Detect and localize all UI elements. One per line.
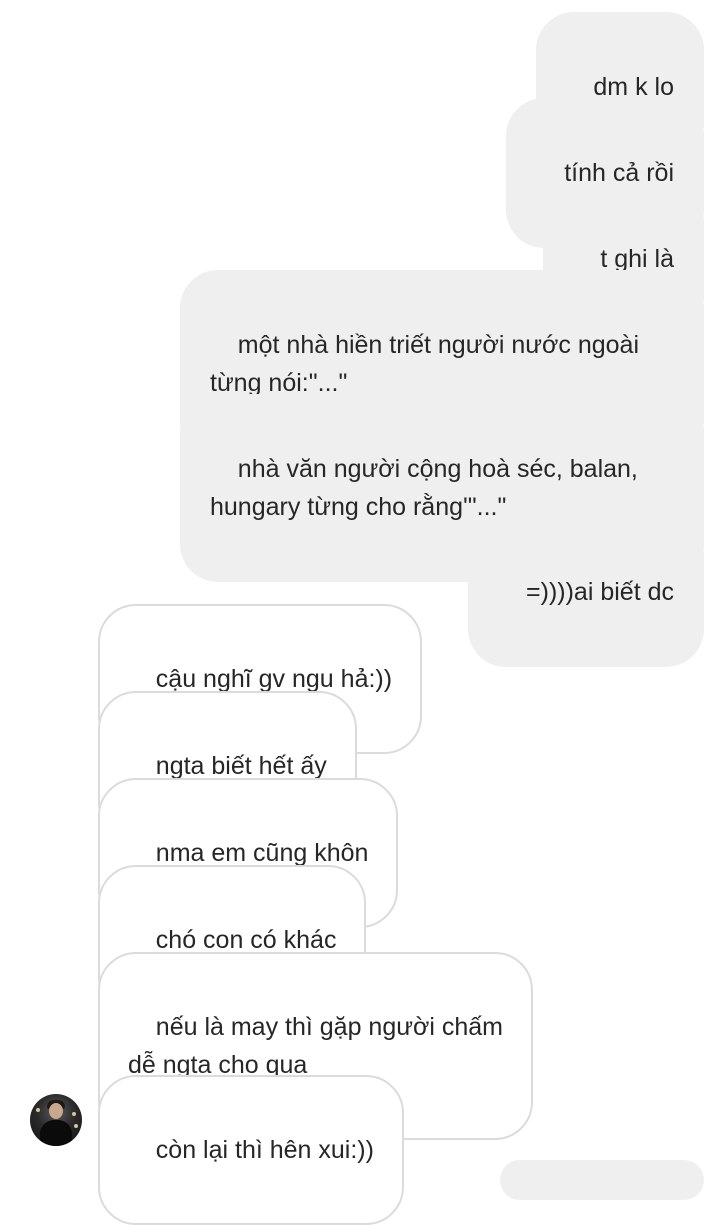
message-text: ngta biết hết ấy	[155, 752, 327, 780]
message-text: dm k lo	[593, 73, 674, 101]
message-text: chó con có khác	[155, 926, 337, 954]
contact-avatar[interactable]	[30, 1094, 82, 1146]
message-text: tính cả rồi	[564, 159, 674, 187]
avatar-detail	[36, 1108, 40, 1112]
message-thread[interactable]: dm k lo tính cả rồi t ghi là một nhà hiề…	[0, 0, 716, 1225]
avatar-detail	[40, 1120, 72, 1146]
message-text: nếu là may thì gặp người chấm dễ ngta ch…	[128, 1013, 504, 1079]
message-text: nhà văn người cộng hoà séc, balan, hunga…	[210, 455, 638, 521]
avatar-detail	[49, 1103, 63, 1119]
message-text: còn lại thì hên xui:))	[155, 1136, 374, 1164]
avatar-detail	[72, 1112, 76, 1116]
sent-message-bubble[interactable]: =))))ai biết dc	[468, 517, 704, 667]
received-message-bubble[interactable]: còn lại thì hên xui:))	[98, 1075, 404, 1225]
message-text: cậu nghĩ gv ngu hả:))	[155, 665, 393, 693]
message-text: =))))ai biết dc	[526, 578, 674, 606]
message-text: t ghi là	[600, 245, 674, 273]
avatar-detail	[74, 1124, 78, 1128]
message-text: nma em cũng khôn	[155, 839, 369, 867]
partial-sent-message-bubble[interactable]	[500, 1160, 704, 1200]
message-text: một nhà hiền triết người nước ngoài từng…	[210, 331, 639, 397]
